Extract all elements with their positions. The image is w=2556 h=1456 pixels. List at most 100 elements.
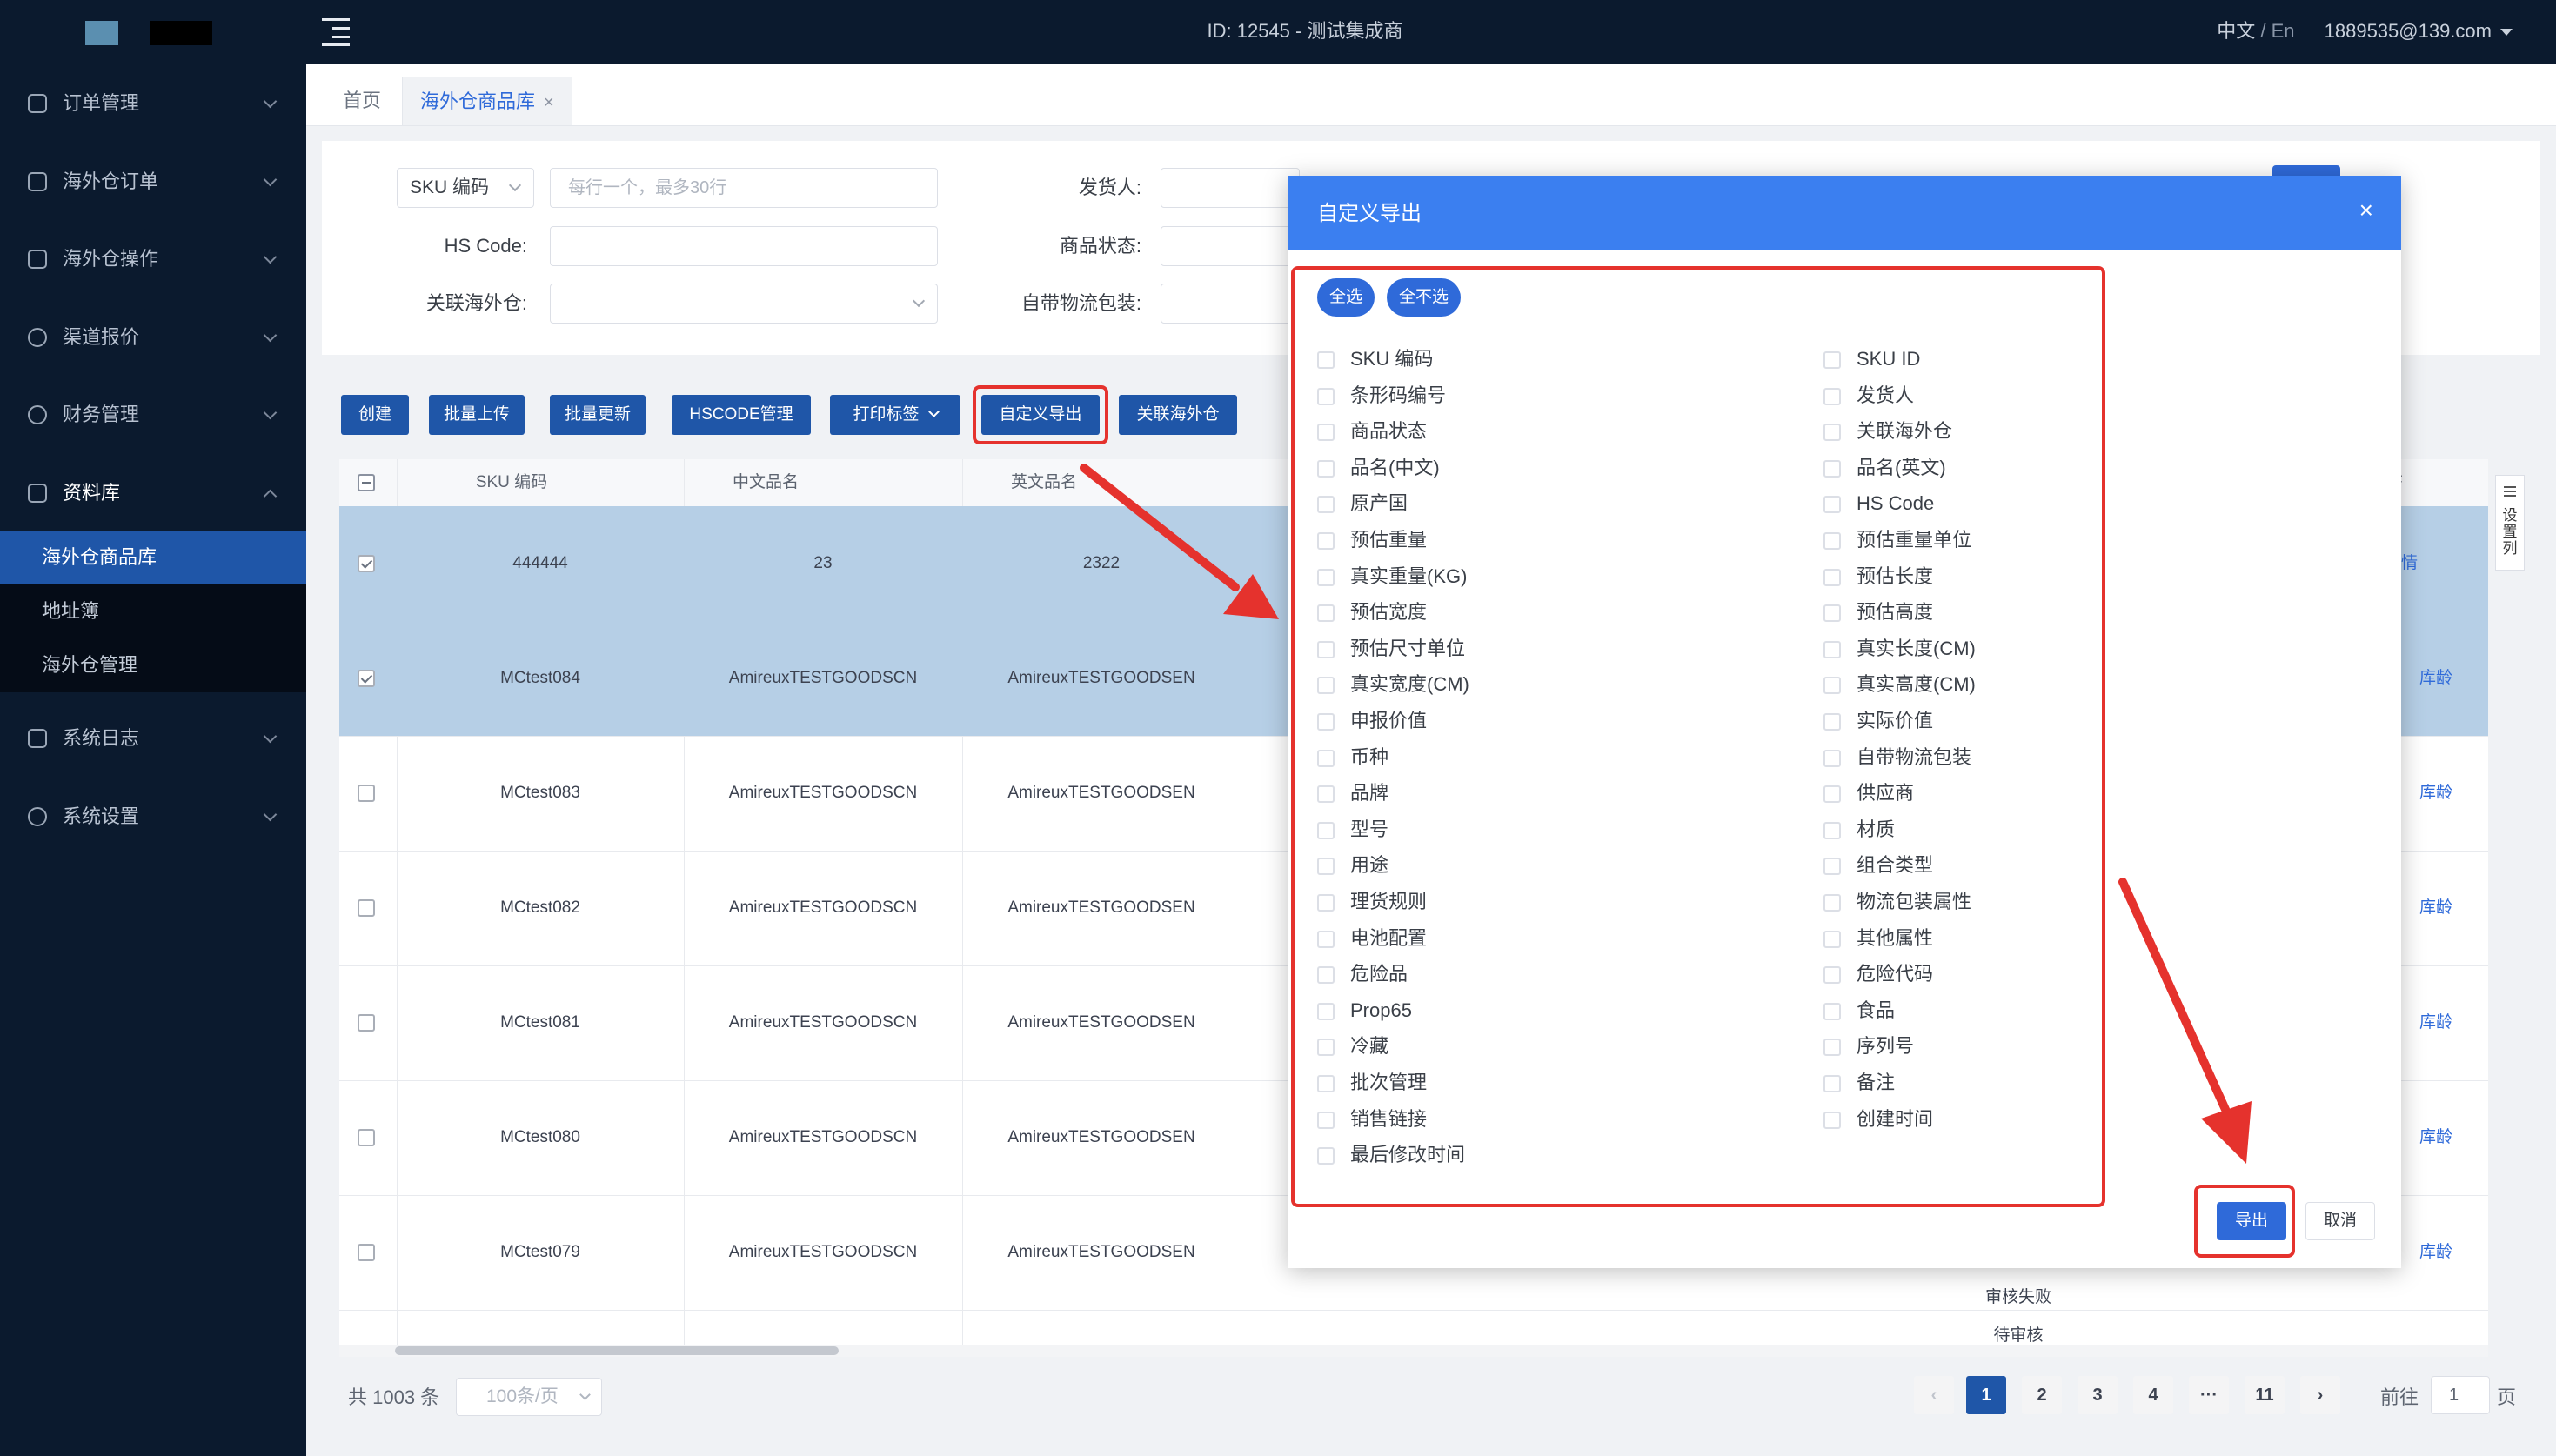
cell-cn-name: AmireuxTESTGOODSCN [728, 669, 918, 687]
column-settings-button[interactable]: 设置列 [2495, 475, 2525, 571]
sidebar-item-label: 渠道报价 [63, 326, 140, 348]
logo-icon [85, 21, 118, 45]
submenu-item-address-book[interactable]: 地址簿 [0, 584, 306, 638]
page-button-3[interactable]: 3 [2078, 1376, 2118, 1414]
sku-type-select[interactable]: SKU 编码 [397, 168, 534, 208]
sidebar: 订单管理 海外仓订单 海外仓操作 渠道报价 财务管理 资料库 海外仓商品库 地址… [0, 64, 306, 1456]
batch-upload-button[interactable]: 批量上传 [429, 395, 525, 435]
row-checkbox[interactable] [358, 670, 375, 687]
tab-overseas-products[interactable]: 海外仓商品库 × [402, 77, 572, 125]
page-button-1[interactable]: 1 [1966, 1376, 2006, 1414]
hscode-button[interactable]: HSCODE管理 [672, 395, 811, 435]
cell-action-link[interactable]: 库龄 [2410, 736, 2462, 851]
close-icon[interactable]: × [2359, 197, 2373, 224]
library-submenu: 海外仓商品库 地址簿 海外仓管理 [0, 531, 306, 692]
sidebar-item-label: 资料库 [63, 482, 121, 504]
logo-mark [150, 21, 212, 45]
sidebar-item-orders[interactable]: 订单管理 [0, 78, 306, 129]
gear-icon [28, 807, 47, 826]
sidebar-item-system-log[interactable]: 系统日志 [0, 713, 306, 764]
page-button-2[interactable]: 2 [2022, 1376, 2062, 1414]
page-ellipsis[interactable]: ··· [2189, 1376, 2229, 1414]
cell-en-name: AmireuxTESTGOODSEN [1007, 1128, 1195, 1146]
sidebar-item-library[interactable]: 资料库 [0, 468, 306, 518]
packaging-select[interactable] [1161, 284, 1300, 324]
shipper-input[interactable] [1161, 168, 1300, 208]
row-checkbox[interactable] [358, 899, 375, 917]
sidebar-item-label: 海外仓订单 [63, 170, 159, 192]
goto-page-input[interactable]: 1 [2431, 1376, 2490, 1414]
header-right: 中文 / En 1889535@139.com [2217, 16, 2513, 47]
row-checkbox[interactable] [358, 1014, 375, 1032]
status-text: 待审核 [1993, 1326, 2044, 1345]
row-checkbox[interactable] [358, 785, 375, 802]
cell-action-link[interactable]: 库龄 [2410, 851, 2462, 965]
cell-cn-name: 23 [813, 554, 833, 572]
submenu-item-warehouse-mgmt[interactable]: 海外仓管理 [0, 638, 306, 692]
page-button-4[interactable]: 4 [2133, 1376, 2173, 1414]
status-label: 商品状态: [1059, 235, 1141, 257]
sidebar-item-label: 海外仓操作 [63, 248, 159, 270]
column-header-cn-name[interactable]: 中文品名 [626, 459, 905, 506]
log-icon [28, 729, 47, 748]
user-caret-icon[interactable] [2500, 29, 2513, 37]
create-button[interactable]: 创建 [341, 395, 409, 435]
column-header-sku[interactable]: SKU 编码 [397, 459, 626, 506]
warehouse-select[interactable] [550, 284, 938, 324]
home-icon [28, 250, 47, 269]
chevron-up-icon [263, 489, 278, 504]
chevron-down-icon [263, 807, 278, 822]
status-select[interactable] [1161, 226, 1300, 266]
hs-code-input[interactable] [550, 226, 938, 266]
cell-action-link[interactable]: 情 [2401, 506, 2453, 621]
menu-toggle-icon[interactable] [322, 17, 350, 46]
sidebar-item-finance[interactable]: 财务管理 [0, 390, 306, 440]
column-header-en-name[interactable]: 英文品名 [905, 459, 1183, 506]
row-checkbox[interactable] [358, 1129, 375, 1146]
batch-update-button[interactable]: 批量更新 [550, 395, 646, 435]
cell-action-link[interactable]: 库龄 [2410, 621, 2462, 736]
cell-sku: MCtest084 [500, 669, 580, 687]
page-tabs: 首页 海外仓商品库 × [306, 64, 2556, 126]
sku-input[interactable]: 每行一个，最多30行 [550, 168, 938, 208]
grid-icon [28, 484, 47, 503]
cell-cn-name: AmireuxTESTGOODSCN [728, 1243, 918, 1261]
scrollbar-thumb[interactable] [395, 1346, 839, 1355]
document-icon [28, 172, 47, 191]
table-horizontal-scrollbar[interactable] [339, 1345, 2488, 1357]
tab-home[interactable]: 首页 [325, 77, 398, 125]
sidebar-item-overseas-orders[interactable]: 海外仓订单 [0, 157, 306, 207]
lang-en[interactable]: En [2272, 20, 2295, 42]
prev-page-button[interactable]: ‹ [1914, 1376, 1954, 1414]
lang-separator: / [2255, 20, 2272, 42]
sidebar-item-label: 订单管理 [63, 92, 140, 114]
next-page-button[interactable]: › [2300, 1376, 2340, 1414]
cell-action-link[interactable]: 库龄 [2410, 965, 2462, 1080]
top-bar: ID: 12545 - 测试集成商 中文 / En 1889535@139.co… [0, 0, 2556, 64]
lang-zh[interactable]: 中文 [2217, 20, 2255, 42]
select-all-checkbox[interactable] [358, 474, 375, 491]
chevron-down-icon [263, 328, 278, 343]
cell-en-name: AmireuxTESTGOODSEN [1007, 669, 1195, 687]
cell-action-link[interactable]: 库龄 [2410, 1195, 2462, 1310]
chevron-down-icon [912, 294, 926, 308]
sidebar-item-system-settings[interactable]: 系统设置 [0, 791, 306, 842]
hs-code-label: HS Code: [444, 235, 527, 257]
cell-en-name: AmireuxTESTGOODSEN [1007, 784, 1195, 802]
link-warehouse-button[interactable]: 关联海外仓 [1119, 395, 1237, 435]
user-email[interactable]: 1889535@139.com [2325, 20, 2492, 42]
row-checkbox[interactable] [358, 1244, 375, 1261]
submenu-item-products[interactable]: 海外仓商品库 [0, 531, 306, 584]
sidebar-item-overseas-ops[interactable]: 海外仓操作 [0, 234, 306, 284]
sidebar-item-channel-quote[interactable]: 渠道报价 [0, 312, 306, 363]
page-button-11[interactable]: 11 [2245, 1376, 2285, 1414]
row-checkbox[interactable] [358, 555, 375, 572]
cancel-button[interactable]: 取消 [2305, 1202, 2375, 1240]
cell-action-link[interactable]: 库龄 [2410, 1080, 2462, 1195]
close-icon[interactable]: × [544, 93, 554, 112]
page-size-select[interactable]: 100条/页 [456, 1378, 602, 1416]
print-label-button[interactable]: 打印标签 [830, 395, 960, 435]
cell-sku: MCtest080 [500, 1128, 580, 1146]
sidebar-item-label: 系统设置 [63, 805, 140, 827]
export-button-highlight [2194, 1185, 2295, 1258]
